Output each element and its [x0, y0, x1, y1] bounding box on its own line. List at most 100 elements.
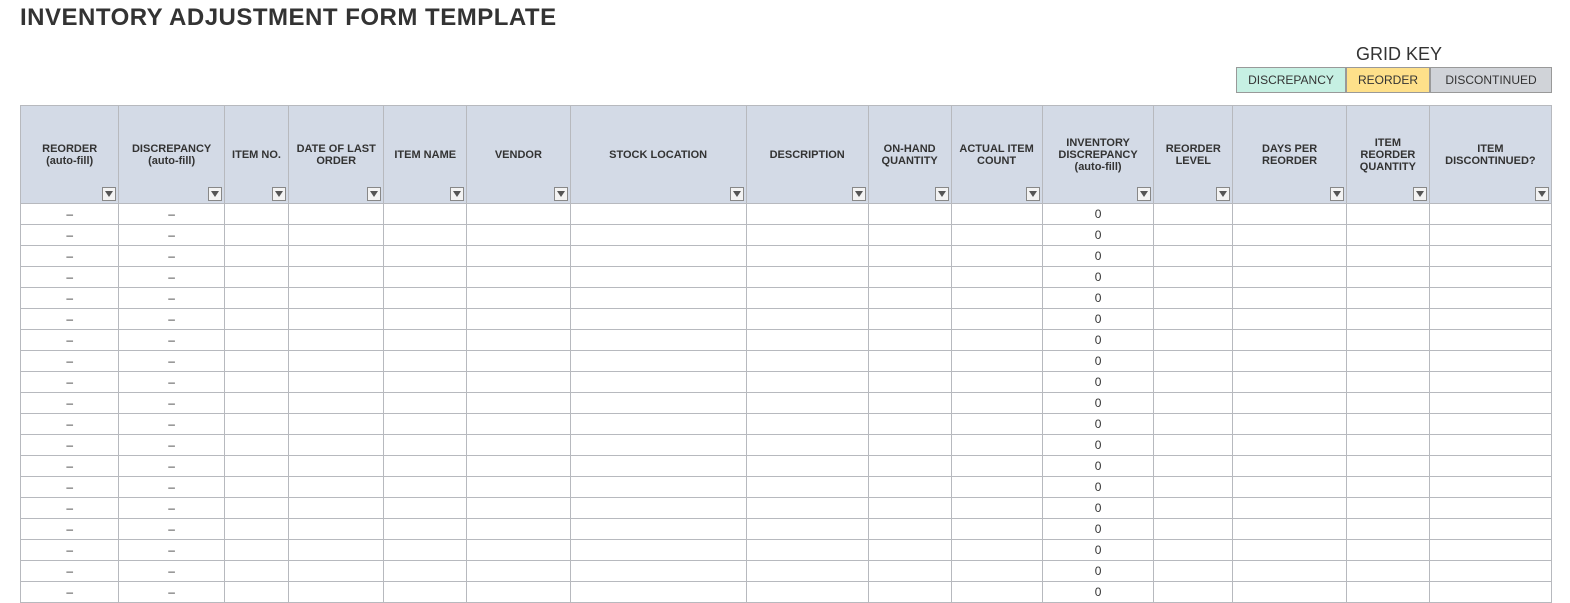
table-cell[interactable] [570, 435, 746, 456]
table-cell[interactable] [868, 414, 951, 435]
table-cell[interactable] [951, 456, 1042, 477]
table-cell[interactable] [467, 288, 571, 309]
table-cell[interactable] [1154, 351, 1233, 372]
table-cell[interactable] [951, 519, 1042, 540]
table-cell[interactable] [746, 477, 868, 498]
table-cell[interactable]: – [21, 498, 119, 519]
table-cell[interactable] [289, 288, 384, 309]
table-cell[interactable] [1154, 456, 1233, 477]
table-cell[interactable] [746, 435, 868, 456]
table-cell[interactable] [951, 540, 1042, 561]
table-cell[interactable] [224, 372, 288, 393]
table-cell[interactable] [951, 393, 1042, 414]
table-cell[interactable] [467, 393, 571, 414]
filter-dropdown-icon[interactable] [1026, 187, 1040, 201]
table-cell[interactable]: 0 [1042, 540, 1154, 561]
filter-dropdown-icon[interactable] [367, 187, 381, 201]
table-cell[interactable] [467, 351, 571, 372]
table-cell[interactable] [224, 498, 288, 519]
table-cell[interactable] [224, 246, 288, 267]
table-cell[interactable] [570, 414, 746, 435]
table-cell[interactable] [1233, 498, 1347, 519]
table-cell[interactable]: – [21, 225, 119, 246]
table-cell[interactable] [1233, 477, 1347, 498]
table-cell[interactable] [224, 582, 288, 603]
table-cell[interactable] [1429, 309, 1551, 330]
table-cell[interactable] [224, 540, 288, 561]
table-cell[interactable] [951, 246, 1042, 267]
table-cell[interactable] [467, 225, 571, 246]
table-cell[interactable]: – [119, 351, 225, 372]
table-cell[interactable] [1429, 372, 1551, 393]
table-cell[interactable] [1346, 204, 1429, 225]
table-cell[interactable] [1233, 288, 1347, 309]
table-cell[interactable]: – [119, 477, 225, 498]
table-cell[interactable] [467, 267, 571, 288]
table-cell[interactable] [384, 351, 467, 372]
table-cell[interactable]: – [21, 477, 119, 498]
table-cell[interactable] [951, 267, 1042, 288]
filter-dropdown-icon[interactable] [450, 187, 464, 201]
table-cell[interactable] [951, 225, 1042, 246]
table-cell[interactable] [868, 204, 951, 225]
table-cell[interactable] [1429, 330, 1551, 351]
table-cell[interactable]: – [119, 309, 225, 330]
table-cell[interactable] [289, 414, 384, 435]
table-cell[interactable] [1429, 477, 1551, 498]
table-cell[interactable] [1429, 393, 1551, 414]
table-cell[interactable]: – [119, 204, 225, 225]
table-cell[interactable]: – [119, 456, 225, 477]
table-cell[interactable] [1154, 435, 1233, 456]
table-cell[interactable]: 0 [1042, 330, 1154, 351]
table-cell[interactable] [746, 225, 868, 246]
table-cell[interactable] [951, 288, 1042, 309]
table-cell[interactable] [951, 498, 1042, 519]
table-cell[interactable] [224, 309, 288, 330]
table-cell[interactable]: – [119, 414, 225, 435]
table-cell[interactable] [289, 435, 384, 456]
table-cell[interactable] [570, 204, 746, 225]
table-cell[interactable] [746, 393, 868, 414]
table-cell[interactable]: – [21, 267, 119, 288]
table-cell[interactable] [746, 309, 868, 330]
table-cell[interactable] [570, 498, 746, 519]
filter-dropdown-icon[interactable] [1413, 187, 1427, 201]
table-cell[interactable] [289, 393, 384, 414]
table-cell[interactable] [1429, 351, 1551, 372]
table-cell[interactable]: 0 [1042, 498, 1154, 519]
table-cell[interactable] [570, 351, 746, 372]
table-cell[interactable]: 0 [1042, 561, 1154, 582]
table-cell[interactable] [1233, 309, 1347, 330]
table-cell[interactable] [951, 330, 1042, 351]
table-cell[interactable] [1429, 519, 1551, 540]
table-cell[interactable] [1429, 435, 1551, 456]
table-cell[interactable]: – [21, 456, 119, 477]
table-cell[interactable] [1233, 267, 1347, 288]
table-cell[interactable]: – [21, 372, 119, 393]
table-cell[interactable]: 0 [1042, 204, 1154, 225]
filter-dropdown-icon[interactable] [935, 187, 949, 201]
filter-dropdown-icon[interactable] [208, 187, 222, 201]
table-cell[interactable] [1154, 372, 1233, 393]
table-cell[interactable] [467, 414, 571, 435]
table-cell[interactable]: 0 [1042, 372, 1154, 393]
table-cell[interactable] [746, 582, 868, 603]
table-cell[interactable] [1233, 519, 1347, 540]
table-cell[interactable] [570, 519, 746, 540]
table-cell[interactable] [1346, 456, 1429, 477]
table-cell[interactable] [1233, 414, 1347, 435]
table-cell[interactable] [951, 372, 1042, 393]
table-cell[interactable] [384, 225, 467, 246]
table-cell[interactable] [1346, 267, 1429, 288]
table-cell[interactable] [868, 582, 951, 603]
table-cell[interactable] [1429, 456, 1551, 477]
table-cell[interactable] [289, 498, 384, 519]
table-cell[interactable] [1346, 498, 1429, 519]
table-cell[interactable] [1346, 477, 1429, 498]
table-cell[interactable]: – [119, 246, 225, 267]
filter-dropdown-icon[interactable] [554, 187, 568, 201]
table-cell[interactable] [1233, 393, 1347, 414]
table-cell[interactable] [1233, 204, 1347, 225]
table-cell[interactable] [1429, 288, 1551, 309]
table-cell[interactable]: 0 [1042, 351, 1154, 372]
